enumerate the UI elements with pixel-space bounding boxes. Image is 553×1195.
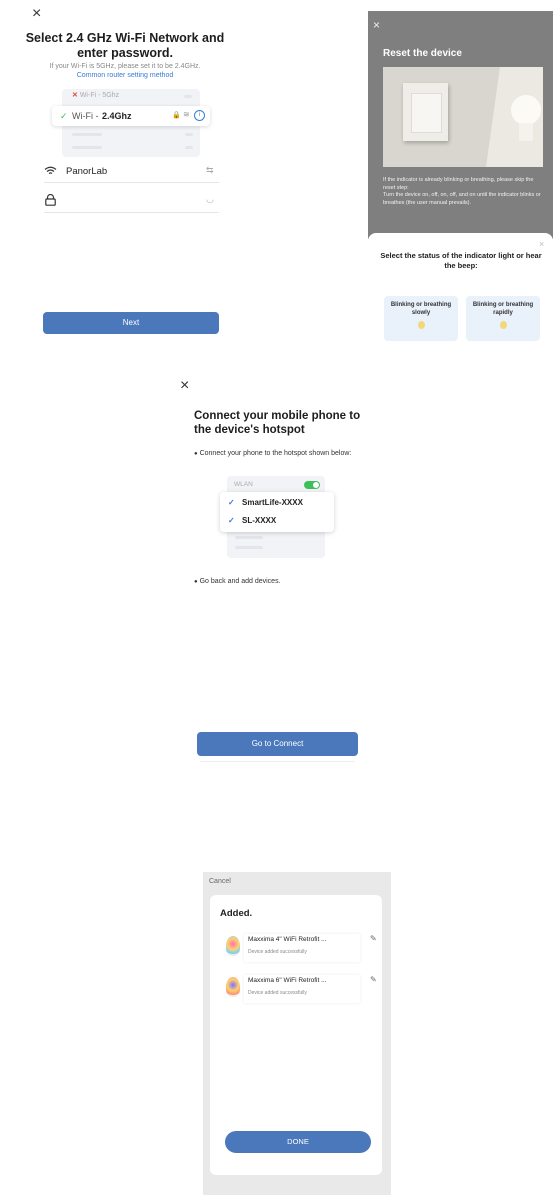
wall-switch	[403, 83, 448, 141]
placeholder-bar	[235, 536, 263, 539]
devices-added-screen: Cancel Added. Maxxima 4" WiFi Retrofit .…	[203, 872, 391, 1195]
cross-icon: ✕	[72, 92, 78, 99]
go-to-connect-button[interactable]: Go to Connect	[197, 732, 358, 756]
lock-icon	[45, 194, 56, 206]
instructions-steps: Turn the device on, off, on, off, and on…	[383, 192, 541, 206]
wifi-icon	[44, 166, 57, 174]
instructions-skip: If the indicator is already blinking or …	[383, 177, 534, 191]
hotspot-2-label: SL-XXXX	[242, 516, 277, 525]
subtitle-text: If your Wi-Fi is 5GHz, please set it to …	[49, 63, 201, 70]
device-name: Maxxima 4" WiFi Retrofit ...	[248, 936, 327, 943]
hotspot-list: ✓ SmartLife-XXXX ✓ SL-XXXX	[220, 492, 334, 532]
wlan-toggle	[304, 481, 320, 489]
step-1-text: Connect your phone to the hotspot shown …	[199, 450, 352, 457]
info-icon: i	[194, 110, 205, 121]
password-field[interactable]: ◡	[44, 192, 219, 213]
placeholder-bar	[72, 146, 102, 149]
next-button[interactable]: Next	[43, 312, 219, 334]
edit-icon[interactable]: ✎	[370, 934, 377, 943]
blinking-rapid-option[interactable]: Blinking or breathing rapidly	[466, 296, 540, 341]
check-icon: ✓	[228, 516, 235, 525]
wifi-signal-icon: ≋	[183, 110, 190, 119]
bulb-icon	[417, 321, 425, 329]
eye-closed-icon[interactable]: ◡	[206, 194, 214, 205]
placeholder-bar	[72, 133, 102, 136]
list-item[interactable]: Maxxima 6" WiFi Retrofit ... Device adde…	[220, 969, 380, 1005]
reset-instructions: If the indicator is already blinking or …	[383, 177, 543, 207]
bulb-icon	[499, 321, 507, 329]
switch-plate	[411, 93, 442, 133]
device-status: Device added successfully	[248, 949, 307, 955]
subtitle: If your Wi-Fi is 5GHz, please set it to …	[18, 62, 232, 80]
wifi-row-5ghz: ✕ Wi-Fi - 5Ghz	[62, 91, 200, 103]
bulb-base	[519, 123, 533, 141]
placeholder-bar	[185, 146, 193, 149]
reset-illustration	[383, 67, 543, 167]
reset-panel: × Reset the device If the indicator is a…	[368, 11, 553, 239]
bulb-icon	[226, 936, 240, 956]
wifi-24ghz-prefix: Wi-Fi -	[72, 111, 99, 121]
step-2-text: Go back and add devices.	[199, 578, 281, 585]
device-info: Maxxima 6" WiFi Retrofit ... Device adde…	[244, 975, 360, 1003]
bullet-icon: ●	[194, 451, 198, 457]
router-settings-link[interactable]: Common router setting method	[18, 71, 232, 80]
option-slow-label: Blinking or breathing slowly	[390, 302, 452, 316]
lock-icon: 🔒	[172, 112, 181, 119]
switch-network-icon[interactable]: ⇆	[206, 165, 214, 176]
hotspot-1-label: SmartLife-XXXX	[242, 498, 303, 507]
step-2: ● Go back and add devices.	[194, 578, 359, 585]
network-name-value: PanorLab	[66, 166, 108, 177]
bulb-icon	[226, 977, 240, 997]
placeholder-bar	[184, 95, 192, 98]
step-1: ● Connect your phone to the hotspot show…	[194, 450, 359, 459]
device-name: Maxxima 6" WiFi Retrofit ...	[248, 977, 327, 984]
reset-title: Reset the device	[383, 48, 462, 59]
reset-device-screen: × Reset the device If the indicator is a…	[368, 11, 553, 368]
divider	[200, 761, 355, 762]
wifi-5ghz-label: Wi-Fi - 5Ghz	[79, 92, 120, 99]
indicator-status-sheet: × Select the status of the indicator lig…	[368, 233, 553, 368]
cancel-button[interactable]: Cancel	[209, 878, 231, 885]
close-icon[interactable]: ×	[32, 6, 41, 22]
device-info: Maxxima 4" WiFi Retrofit ... Device adde…	[244, 934, 360, 962]
done-button[interactable]: DONE	[225, 1131, 371, 1153]
blinking-slow-option[interactable]: Blinking or breathing slowly	[384, 296, 458, 341]
close-icon[interactable]: ×	[539, 239, 544, 249]
placeholder-bar	[185, 133, 193, 136]
wifi-24ghz-band: 2.4Ghz	[102, 111, 132, 121]
bulb-icon	[511, 95, 541, 125]
added-card: Added. Maxxima 4" WiFi Retrofit ... Devi…	[210, 895, 382, 1175]
check-icon: ✓	[60, 111, 68, 121]
wifi-row-24ghz: ✓ Wi-Fi - 2.4Ghz 🔒 ≋ i	[52, 106, 210, 126]
close-icon[interactable]: ×	[180, 378, 189, 394]
list-item[interactable]: Maxxima 4" WiFi Retrofit ... Device adde…	[220, 928, 380, 964]
bullet-icon: ●	[194, 579, 198, 585]
page-title: Connect your mobile phone to the device'…	[194, 410, 361, 436]
placeholder-bar	[235, 546, 263, 549]
page-title: Select 2.4 GHz Wi-Fi Network and enter p…	[25, 31, 225, 60]
close-icon[interactable]: ×	[373, 19, 380, 31]
option-rapid-label: Blinking or breathing rapidly	[472, 302, 534, 316]
wlan-label: WLAN	[234, 481, 253, 488]
added-title: Added.	[220, 908, 253, 919]
network-name-field[interactable]: PanorLab ⇆	[44, 162, 219, 183]
edit-icon[interactable]: ✎	[370, 975, 377, 984]
check-icon: ✓	[228, 498, 235, 507]
device-status: Device added successfully	[248, 990, 307, 996]
sheet-title: Select the status of the indicator light…	[380, 251, 542, 270]
